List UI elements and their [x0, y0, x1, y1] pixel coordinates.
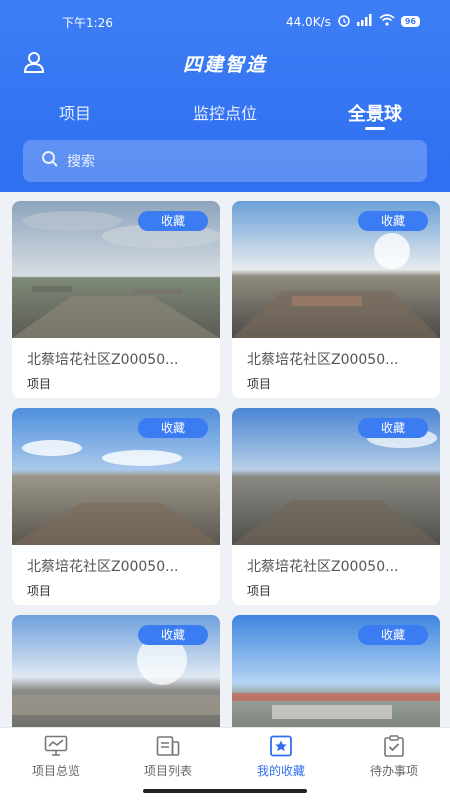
search-input[interactable]: 搜索 [23, 140, 427, 182]
card-title: 北蔡培花社区Z00050... [247, 352, 399, 368]
alarm-icon [337, 13, 351, 30]
panorama-card[interactable]: 收藏 北蔡培花社区Z00050... 项目 [12, 201, 220, 398]
card-title: 北蔡培花社区Z00050... [27, 352, 179, 368]
panorama-card[interactable]: 收藏 北蔡培花社区Z00050... 项目 [232, 408, 440, 605]
panorama-card[interactable]: 收藏 [12, 615, 220, 727]
panorama-thumbnail: 收藏 [232, 201, 440, 338]
status-bar: 下午1:26 44.0K/s 96 [0, 0, 450, 40]
favorite-badge[interactable]: 收藏 [138, 211, 208, 231]
status-right: 44.0K/s 96 [286, 13, 420, 30]
wifi-icon [379, 14, 395, 29]
panorama-thumbnail: 收藏 [232, 408, 440, 545]
tab-project[interactable]: 项目 [35, 100, 115, 124]
panorama-thumbnail: 收藏 [12, 615, 220, 727]
card-title: 北蔡培花社区Z00050... [27, 559, 179, 575]
panorama-thumbnail: 收藏 [12, 201, 220, 338]
tab-panorama[interactable]: 全景球 [330, 100, 420, 130]
star-icon [225, 735, 337, 757]
panorama-card[interactable]: 收藏 [232, 615, 440, 727]
nav-label: 项目总览 [31, 764, 80, 778]
favorite-badge[interactable]: 收藏 [358, 418, 428, 438]
favorite-badge[interactable]: 收藏 [358, 211, 428, 231]
nav-label: 待办事项 [369, 764, 418, 778]
nav-todo[interactable]: 待办事项 [338, 735, 450, 779]
tab-bar: 项目 监控点位 全景球 [0, 100, 450, 130]
signal-icon [356, 14, 373, 29]
tab-panorama-label: 全景球 [348, 104, 402, 125]
clipboard-check-icon [338, 735, 450, 757]
home-indicator [143, 789, 307, 793]
monitor-chart-icon [0, 735, 112, 757]
favorite-badge[interactable]: 收藏 [138, 418, 208, 438]
panorama-card[interactable]: 收藏 北蔡培花社区Z00050... 项目 [12, 408, 220, 605]
battery-indicator: 96 [400, 16, 420, 27]
tab-monitor-points[interactable]: 监控点位 [175, 100, 275, 124]
tab-active-indicator [365, 127, 385, 130]
nav-label: 我的收藏 [256, 764, 305, 778]
card-title: 北蔡培花社区Z00050... [247, 559, 399, 575]
card-subtitle: 项目 [27, 377, 52, 391]
nav-project-overview[interactable]: 项目总览 [0, 735, 112, 779]
network-speed: 44.0K/s [285, 14, 331, 29]
favorite-badge[interactable]: 收藏 [138, 625, 208, 645]
nav-my-favorites[interactable]: 我的收藏 [225, 735, 337, 779]
list-icon [112, 735, 224, 757]
panorama-thumbnail: 收藏 [12, 408, 220, 545]
card-subtitle: 项目 [27, 584, 52, 598]
status-time: 下午1:26 [62, 16, 113, 30]
panorama-grid: 收藏 北蔡培花社区Z00050... 项目 收藏 北蔡培花社区Z00050...… [0, 192, 450, 727]
search-icon [41, 150, 59, 172]
panorama-card[interactable]: 收藏 北蔡培花社区Z00050... 项目 [232, 201, 440, 398]
card-subtitle: 项目 [247, 377, 272, 391]
app-title: 四建智造 [182, 54, 267, 76]
nav-label: 项目列表 [143, 764, 192, 778]
card-subtitle: 项目 [247, 584, 272, 598]
header: 下午1:26 44.0K/s 96 四建智造 项目 监控点位 全景球 搜索 [0, 0, 450, 192]
panorama-thumbnail: 收藏 [232, 615, 440, 727]
nav-project-list[interactable]: 项目列表 [112, 735, 224, 779]
search-placeholder: 搜索 [67, 154, 95, 170]
favorite-badge[interactable]: 收藏 [358, 625, 428, 645]
